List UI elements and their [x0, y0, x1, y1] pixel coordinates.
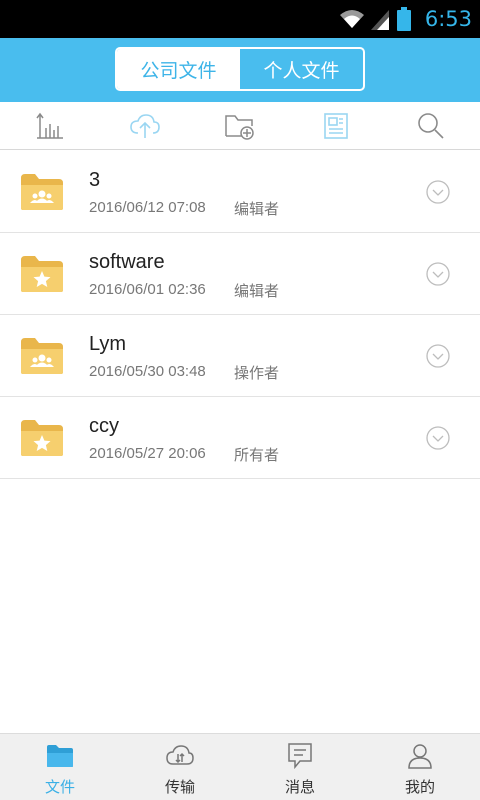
file-date: 2016/06/12 07:08	[89, 199, 206, 216]
search-icon[interactable]	[415, 110, 447, 142]
tab-company-files[interactable]: 公司文件	[117, 49, 240, 89]
nav-item-files[interactable]: 文件	[0, 734, 120, 800]
file-name: ccy	[89, 415, 119, 437]
file-role: 操作者	[234, 364, 280, 382]
status-time: 6:53	[424, 7, 472, 31]
file-name: 3	[89, 169, 101, 191]
message-icon	[285, 742, 315, 770]
shared-folder-icon	[21, 174, 63, 210]
file-date: 2016/06/01 02:36	[89, 281, 206, 298]
nav-label: 文件	[44, 778, 75, 796]
battery-icon	[396, 7, 411, 31]
nav-label: 传输	[164, 778, 195, 796]
nav-label: 我的	[404, 778, 435, 796]
file-list: 3 2016/06/12 07:08 编辑者 software 2016/06/…	[0, 151, 480, 479]
nav-item-profile[interactable]: 我的	[360, 734, 480, 800]
toolbar	[0, 102, 480, 150]
list-item[interactable]: 3 2016/06/12 07:08 编辑者	[0, 151, 480, 233]
list-item[interactable]: Lym 2016/05/30 03:48 操作者	[0, 315, 480, 397]
nav-item-messages[interactable]: 消息	[240, 734, 360, 800]
file-date: 2016/05/27 20:06	[89, 445, 206, 462]
chevron-down-icon[interactable]	[426, 180, 450, 204]
file-role: 编辑者	[234, 282, 280, 300]
chevron-down-icon[interactable]	[426, 262, 450, 286]
tab-personal-files[interactable]: 个人文件	[240, 49, 363, 89]
nav-label: 消息	[284, 778, 315, 796]
nav-item-transfer[interactable]: 传输	[120, 734, 240, 800]
new-folder-icon[interactable]	[224, 110, 256, 142]
bottom-nav: 文件 传输 消息 我的	[0, 733, 480, 800]
sort-chart-icon[interactable]	[34, 110, 66, 142]
wifi-icon	[339, 10, 364, 28]
file-role: 所有者	[234, 446, 280, 464]
signal-icon	[370, 10, 389, 30]
file-name: Lym	[89, 333, 127, 355]
chevron-down-icon[interactable]	[426, 426, 450, 450]
list-item[interactable]: software 2016/06/01 02:36 编辑者	[0, 233, 480, 315]
transfer-icon	[165, 742, 195, 770]
list-item[interactable]: ccy 2016/05/27 20:06 所有者	[0, 397, 480, 479]
status-bar: 6:53	[0, 0, 480, 38]
header: 公司文件 个人文件	[0, 38, 480, 102]
file-date: 2016/05/30 03:48	[89, 363, 206, 380]
folder-icon	[45, 742, 75, 770]
starred-folder-icon	[21, 420, 63, 456]
segmented-control: 公司文件 个人文件	[115, 47, 365, 91]
profile-icon	[405, 742, 435, 770]
shared-folder-icon	[21, 338, 63, 374]
file-role: 编辑者	[234, 200, 280, 218]
starred-folder-icon	[21, 256, 63, 292]
file-name: software	[89, 251, 165, 273]
document-icon[interactable]	[320, 110, 352, 142]
upload-cloud-icon[interactable]	[129, 110, 161, 142]
chevron-down-icon[interactable]	[426, 344, 450, 368]
